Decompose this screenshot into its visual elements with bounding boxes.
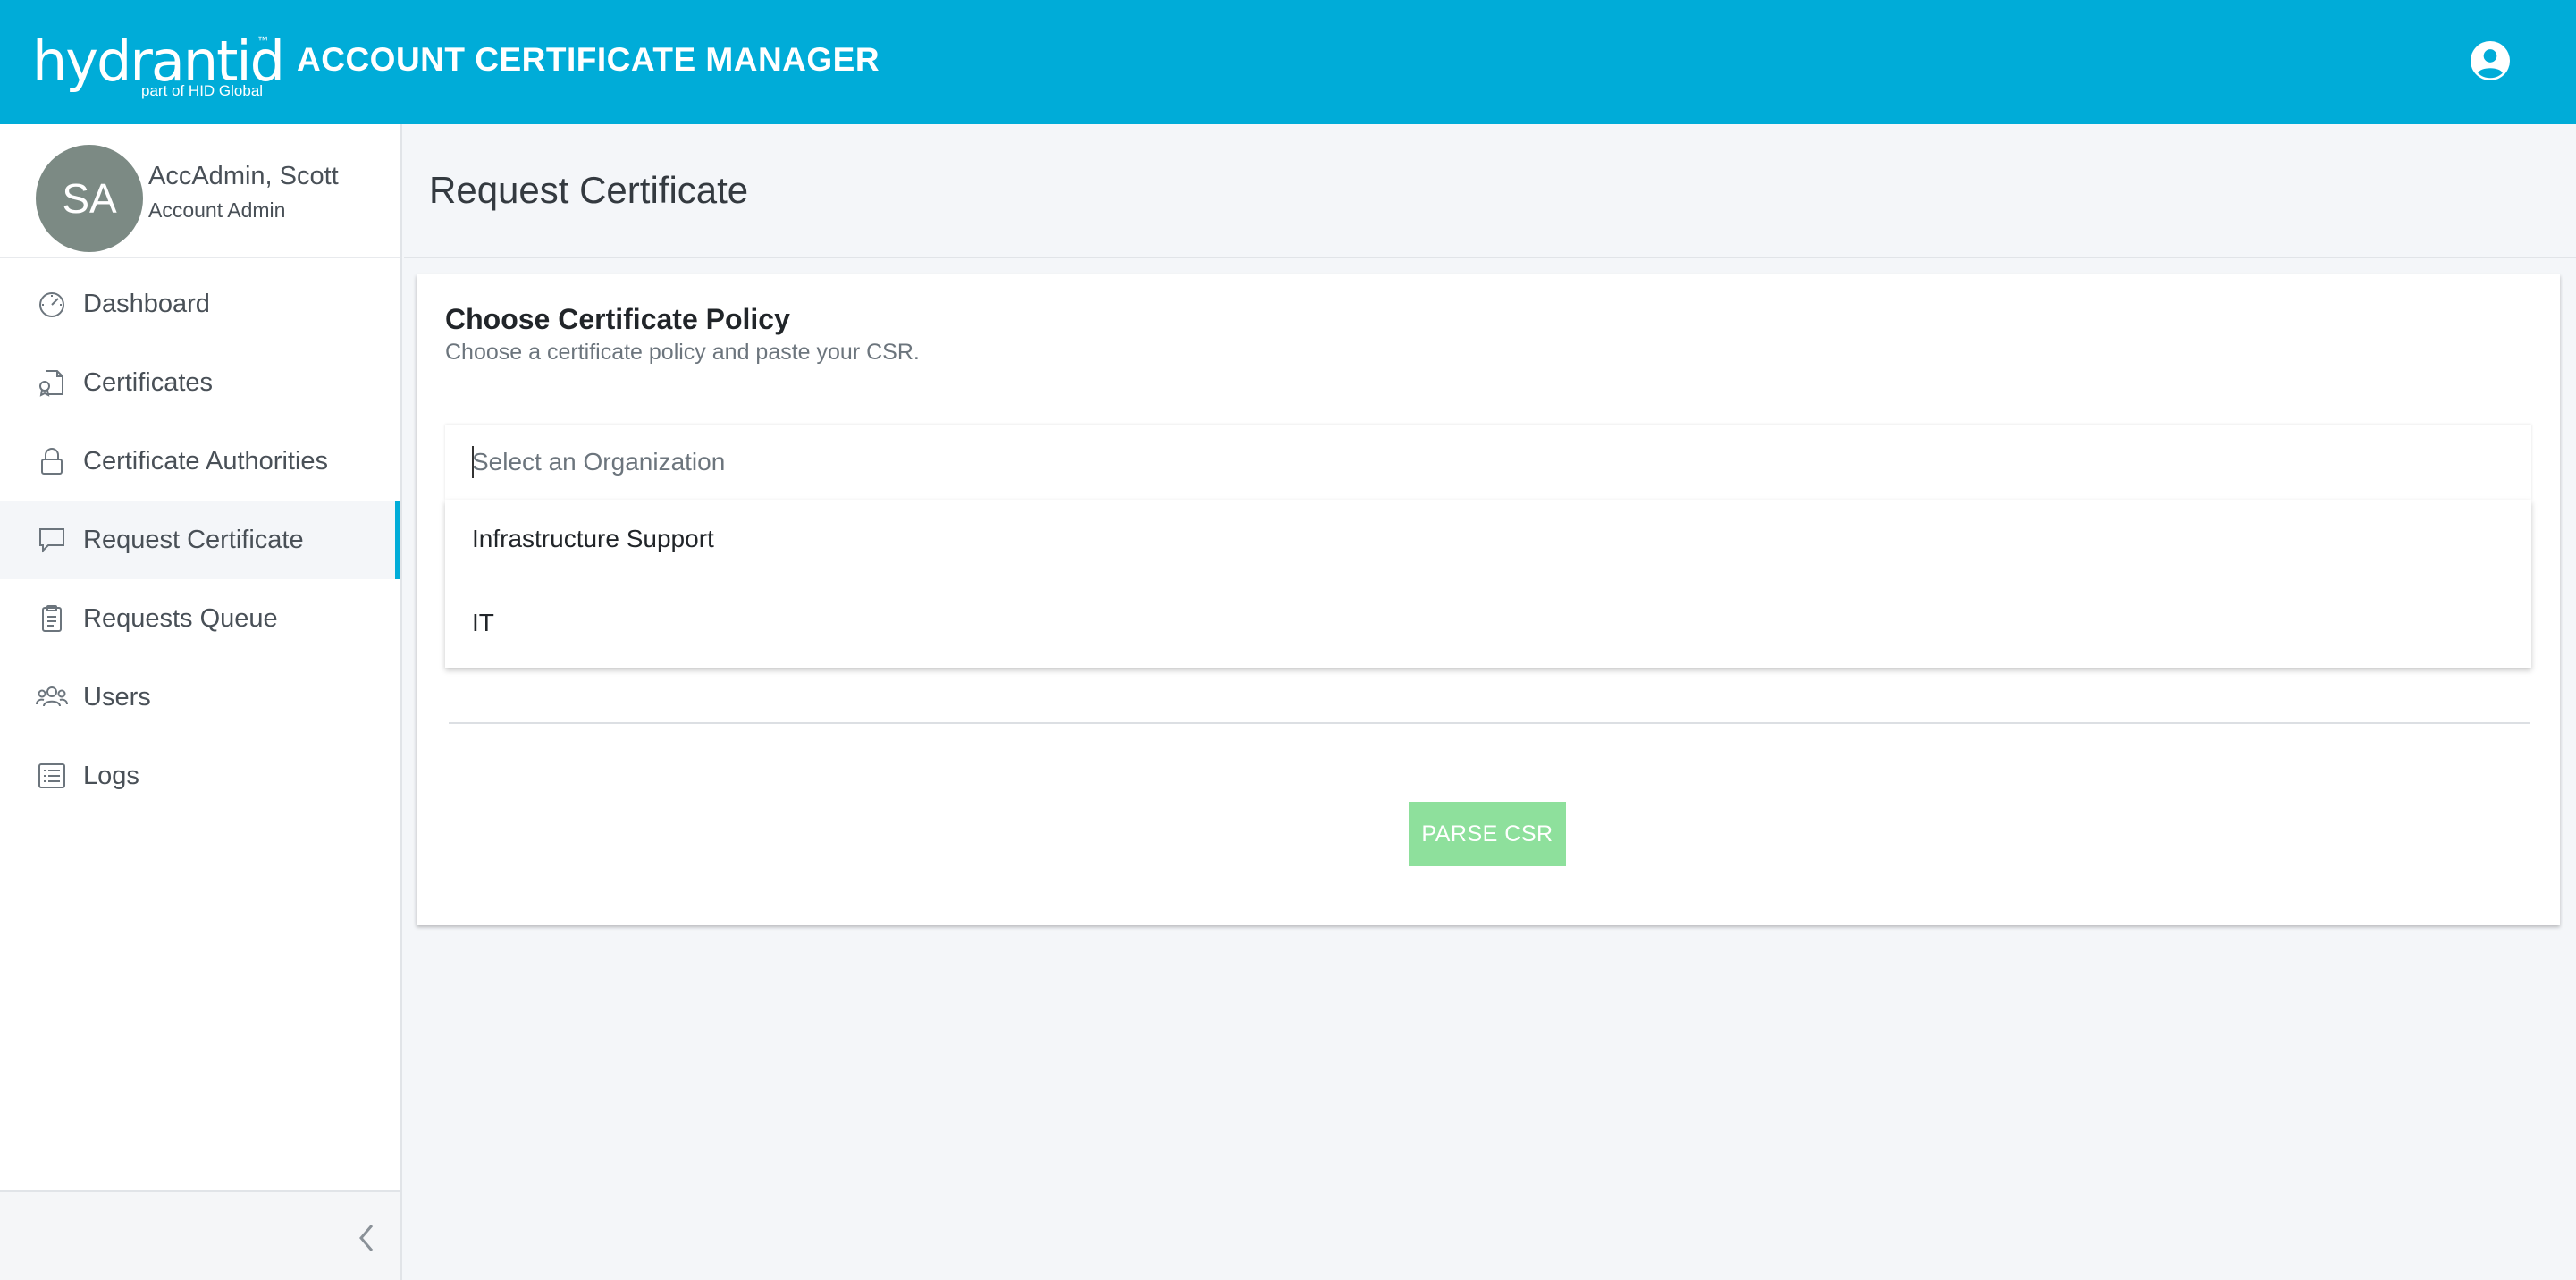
sidebar-item-users[interactable]: Users — [0, 658, 400, 737]
users-icon — [36, 686, 68, 707]
gauge-icon — [39, 292, 64, 317]
app-title: ACCOUNT CERTIFICATE MANAGER — [297, 41, 880, 78]
avatar: SA — [36, 145, 143, 252]
sidebar-item-label: Dashboard — [83, 289, 210, 318]
card-title: Choose Certificate Policy — [445, 303, 790, 335]
option-label: IT — [472, 609, 494, 636]
sidebar-item-label: Requests Queue — [83, 603, 278, 633]
user-role: Account Admin — [148, 198, 286, 222]
sidebar-item-request-certificate[interactable]: Request Certificate — [0, 501, 400, 579]
page-title: Request Certificate — [429, 169, 749, 211]
hydrantid-logo[interactable]: hydrantid ™ part of HID Global — [32, 29, 285, 100]
account-circle-icon[interactable] — [2471, 41, 2510, 80]
divider — [449, 722, 2530, 724]
sidebar-item-requests-queue[interactable]: Requests Queue — [0, 579, 400, 658]
sidebar-item-label: Logs — [83, 761, 139, 790]
parse-csr-button[interactable]: PARSE CSR — [1409, 802, 1566, 866]
user-profile: SA AccAdmin, Scott Account Admin — [0, 124, 400, 258]
sidebar-item-label: Certificates — [83, 367, 214, 397]
sidebar-item-label: Users — [83, 682, 151, 712]
logo-trademark: ™ — [257, 34, 268, 46]
logo-text: hydrantid — [32, 29, 285, 94]
sidebar-item-label: Certificate Authorities — [83, 446, 329, 476]
clipboard-icon — [42, 605, 62, 632]
organization-dropdown: Infrastructure Support IT — [445, 500, 2531, 668]
card-subtitle: Choose a certificate policy and paste yo… — [445, 340, 920, 365]
sidebar-item-logs[interactable]: Logs — [0, 737, 400, 815]
organization-select-input[interactable] — [445, 425, 2531, 500]
chevron-left-icon[interactable] — [354, 1222, 379, 1254]
option-label: Infrastructure Support — [472, 525, 714, 552]
certificate-policy-card: Choose Certificate Policy Choose a certi… — [417, 274, 2560, 925]
organization-option[interactable]: IT — [445, 584, 2531, 668]
organization-option[interactable]: Infrastructure Support — [445, 500, 2531, 584]
sidebar-item-label: Request Certificate — [83, 525, 304, 554]
sidebar-item-certificates[interactable]: Certificates — [0, 343, 400, 422]
text-caret — [472, 446, 474, 478]
list-icon — [38, 763, 65, 788]
logo-subtext: part of HID Global — [141, 82, 264, 99]
lock-icon — [41, 448, 63, 475]
page-header: Request Certificate — [404, 124, 2576, 258]
message-icon — [39, 528, 64, 553]
top-navbar: hydrantid ™ part of HID Global ACCOUNT C… — [0, 0, 2576, 124]
user-name: AccAdmin, Scott — [148, 162, 339, 190]
sidebar: SA AccAdmin, Scott Account Admin Dashboa… — [0, 124, 402, 1280]
sidebar-footer — [0, 1190, 400, 1280]
certificate-icon — [39, 370, 63, 397]
sidebar-item-certificate-authorities[interactable]: Certificate Authorities — [0, 422, 400, 501]
sidebar-item-dashboard[interactable]: Dashboard — [0, 265, 400, 343]
